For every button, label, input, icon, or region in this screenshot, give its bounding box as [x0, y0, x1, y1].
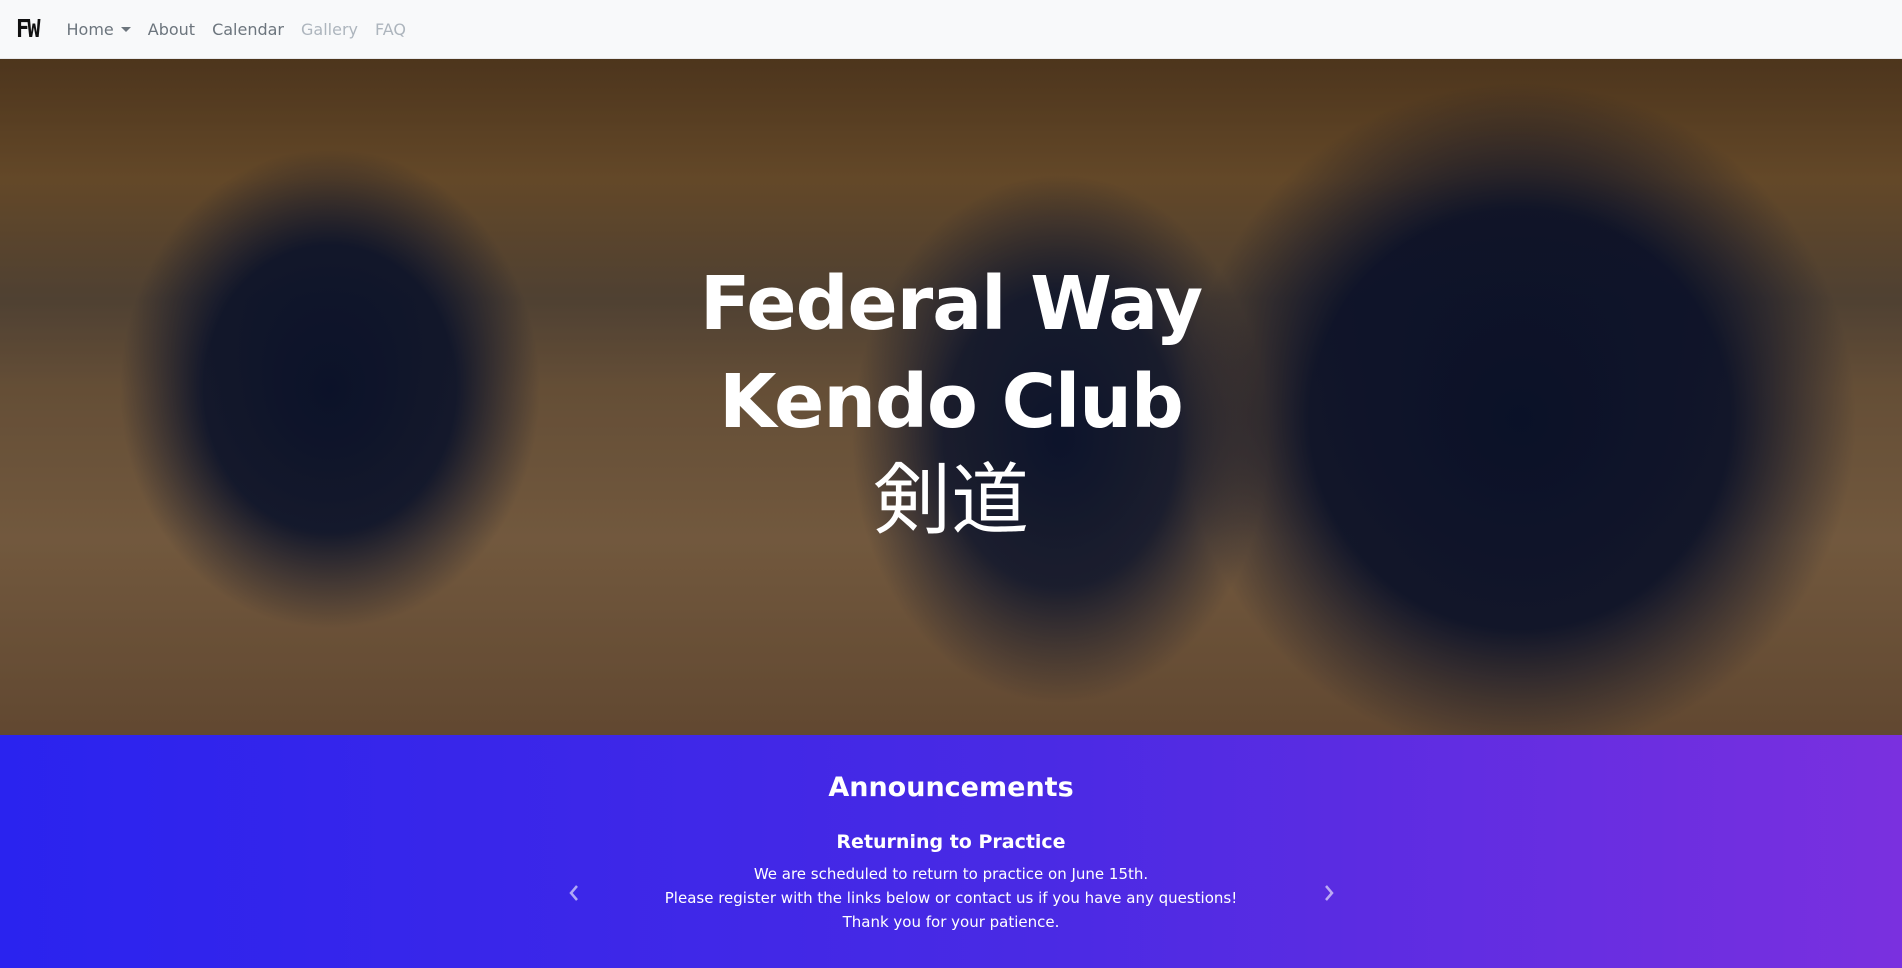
- hero-title: Federal Way Kendo Club 剣道: [0, 255, 1902, 551]
- nav-faq[interactable]: FAQ: [375, 20, 406, 39]
- nav-home-label: Home: [66, 19, 114, 39]
- announcement-line: We are scheduled to return to practice o…: [753, 865, 1149, 883]
- announcement-body: We are scheduled to return to practice o…: [0, 862, 1902, 934]
- hero-kanji: 剣道: [872, 456, 1029, 546]
- top-navbar: FW Home About Calendar Gallery FAQ: [0, 0, 1902, 59]
- nav-gallery[interactable]: Gallery: [301, 20, 358, 39]
- hero-title-line1: Federal Way: [699, 261, 1203, 347]
- chevron-left-icon: [569, 885, 578, 901]
- announcements-heading: Announcements: [828, 772, 1074, 803]
- brand-logo[interactable]: FW: [16, 15, 40, 44]
- dropdown-caret-icon: [120, 27, 131, 32]
- hero-title-line2: Kendo Club: [719, 359, 1184, 445]
- nav-calendar[interactable]: Calendar: [212, 20, 284, 39]
- carousel-prev-button[interactable]: [564, 883, 584, 903]
- announcements-section: Announcements Returning to Practice We a…: [0, 735, 1902, 968]
- announcement-title: Returning to Practice: [836, 831, 1066, 853]
- announcement-line: Please register with the links below or …: [664, 889, 1238, 907]
- announcement-line: Thank you for your patience.: [842, 913, 1060, 931]
- nav-home-dropdown[interactable]: Home: [67, 20, 131, 39]
- hero-banner: Federal Way Kendo Club 剣道: [0, 59, 1902, 735]
- chevron-right-icon: [1325, 885, 1334, 901]
- nav-about[interactable]: About: [148, 20, 195, 39]
- carousel-next-button[interactable]: [1319, 883, 1339, 903]
